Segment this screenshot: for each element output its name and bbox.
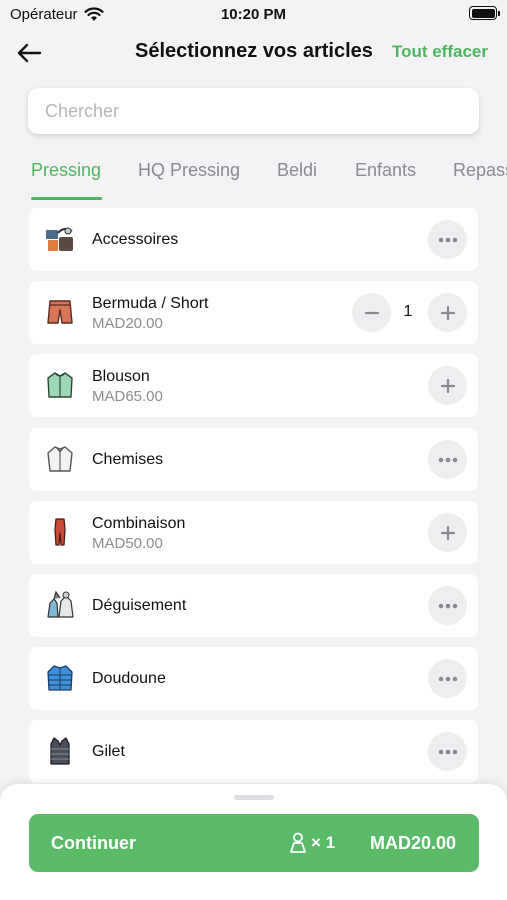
add-button[interactable] xyxy=(428,513,467,552)
shorts-icon xyxy=(47,300,73,324)
page-title: Sélectionnez vos articles xyxy=(135,40,373,62)
quantity-value: 1 xyxy=(403,303,413,320)
more-dots-icon xyxy=(438,237,457,242)
item-name: Doudoune xyxy=(92,670,166,687)
item-name: Combinaison xyxy=(92,515,186,532)
item-price: MAD20.00 xyxy=(92,315,163,332)
more-dots-icon xyxy=(438,457,457,462)
add-button[interactable] xyxy=(428,366,467,405)
continue-button[interactable]: Continuer × 1 MAD20.00 xyxy=(29,814,479,872)
list-item-blouson[interactable]: Blouson MAD65.00 xyxy=(29,354,478,417)
person-icon xyxy=(290,832,306,853)
order-total: MAD20.00 xyxy=(369,833,456,853)
shirt-icon xyxy=(47,446,73,472)
jumpsuit-icon xyxy=(54,518,66,546)
plus-icon xyxy=(440,378,455,393)
status-bar: Opérateur 10:20 PM xyxy=(0,0,507,30)
nav-bar: Sélectionnez vos articles Tout effacer xyxy=(0,30,507,76)
continue-label: Continuer xyxy=(51,833,136,853)
more-button[interactable] xyxy=(428,659,467,698)
costume-icon xyxy=(47,590,74,618)
item-name: Déguisement xyxy=(92,597,187,614)
minus-icon xyxy=(364,311,379,314)
decrement-button[interactable] xyxy=(352,293,391,332)
list-item-combinaison[interactable]: Combinaison MAD50.00 xyxy=(29,501,478,564)
status-time: 10:20 PM xyxy=(220,6,287,23)
search-input[interactable] xyxy=(45,100,479,122)
down-jacket-icon xyxy=(47,665,73,691)
more-dots-icon xyxy=(438,603,457,608)
item-name: Bermuda / Short xyxy=(92,295,209,312)
item-name: Accessoires xyxy=(92,231,179,248)
list-item-accessoires[interactable]: Accessoires xyxy=(29,208,478,271)
item-name: Gilet xyxy=(92,743,125,760)
tab-pressing[interactable]: Pressing xyxy=(31,160,101,181)
list-item-chemises[interactable]: Chemises xyxy=(29,428,478,491)
battery-icon xyxy=(469,6,500,20)
search-bar xyxy=(28,88,479,134)
back-button[interactable] xyxy=(12,38,46,68)
item-count: × 1 xyxy=(311,833,336,852)
list-item-bermuda-short[interactable]: Bermuda / Short MAD20.00 1 xyxy=(29,281,478,344)
clear-all-button[interactable]: Tout effacer xyxy=(392,42,488,62)
item-price: MAD65.00 xyxy=(92,388,163,405)
accessories-icon xyxy=(46,227,73,251)
bottom-sheet: Continuer × 1 MAD20.00 xyxy=(0,784,507,900)
jacket-icon xyxy=(47,372,73,398)
more-dots-icon xyxy=(438,676,457,681)
list-item-gilet[interactable]: Gilet xyxy=(29,720,478,783)
sheet-grabber[interactable] xyxy=(234,795,274,800)
tab-hq-pressing[interactable]: HQ Pressing xyxy=(138,160,240,181)
increment-button[interactable] xyxy=(428,293,467,332)
more-button[interactable] xyxy=(428,586,467,625)
item-name: Blouson xyxy=(92,368,150,385)
more-button[interactable] xyxy=(428,732,467,771)
plus-icon xyxy=(440,305,455,320)
tab-repassage[interactable]: Repassage xyxy=(453,160,507,181)
tab-indicator xyxy=(31,197,102,200)
plus-icon xyxy=(440,525,455,540)
more-button[interactable] xyxy=(428,440,467,479)
vest-icon xyxy=(50,737,70,765)
item-name: Chemises xyxy=(92,451,164,468)
more-button[interactable] xyxy=(428,220,467,259)
list-item-doudoune[interactable]: Doudoune xyxy=(29,647,478,710)
tab-enfants[interactable]: Enfants xyxy=(355,160,416,181)
list-item-deguisement[interactable]: Déguisement xyxy=(29,574,478,637)
more-dots-icon xyxy=(438,749,457,754)
item-price: MAD50.00 xyxy=(92,535,163,552)
category-tabs: Pressing HQ Pressing Beldi Enfants Repas… xyxy=(0,150,507,202)
back-arrow-icon xyxy=(17,43,42,63)
tab-beldi[interactable]: Beldi xyxy=(277,160,317,181)
